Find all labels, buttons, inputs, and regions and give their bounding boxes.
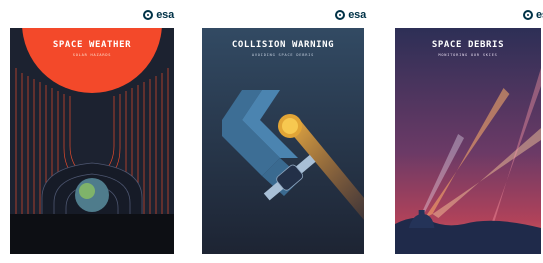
poster-card-space-weather[interactable]: esa SPACE WEATHER SOLAR HAZARDS bbox=[8, 0, 176, 263]
poster-title: SPACE DEBRIS bbox=[431, 40, 505, 50]
poster-card-collision-warning[interactable]: esa COLLISION WARNING AVOIDING SPACE DEB… bbox=[200, 0, 366, 263]
poster-card-space-debris[interactable]: esa SPACE DEBRIS MONITORING OUR SKIES bbox=[393, 0, 543, 263]
collision-warning-illustration bbox=[202, 28, 364, 254]
esa-logo-icon bbox=[335, 10, 346, 20]
poster-artwork-space-debris: SPACE DEBRIS MONITORING OUR SKIES bbox=[395, 28, 541, 254]
esa-logo: esa bbox=[143, 9, 174, 21]
poster-artwork-space-weather: SPACE WEATHER SOLAR HAZARDS bbox=[10, 28, 174, 254]
esa-logo-icon bbox=[523, 10, 533, 20]
esa-logo: esa bbox=[523, 9, 543, 21]
esa-logo: esa bbox=[335, 9, 366, 21]
esa-logo-text: esa bbox=[348, 9, 366, 21]
poster-subtitle: SOLAR HAZARDS bbox=[72, 53, 112, 57]
poster-title: SPACE WEATHER bbox=[52, 40, 132, 50]
poster-subtitle: AVOIDING SPACE DEBRIS bbox=[251, 53, 315, 57]
esa-logo-icon bbox=[143, 10, 154, 20]
poster-title: COLLISION WARNING bbox=[231, 40, 335, 50]
poster-artwork-collision-warning: COLLISION WARNING AVOIDING SPACE DEBRIS bbox=[202, 28, 364, 254]
poster-subtitle: MONITORING OUR SKIES bbox=[438, 53, 498, 57]
space-weather-illustration bbox=[10, 28, 174, 254]
space-debris-illustration bbox=[395, 28, 541, 254]
esa-logo-text: esa bbox=[536, 9, 543, 21]
esa-logo-text: esa bbox=[156, 9, 174, 21]
